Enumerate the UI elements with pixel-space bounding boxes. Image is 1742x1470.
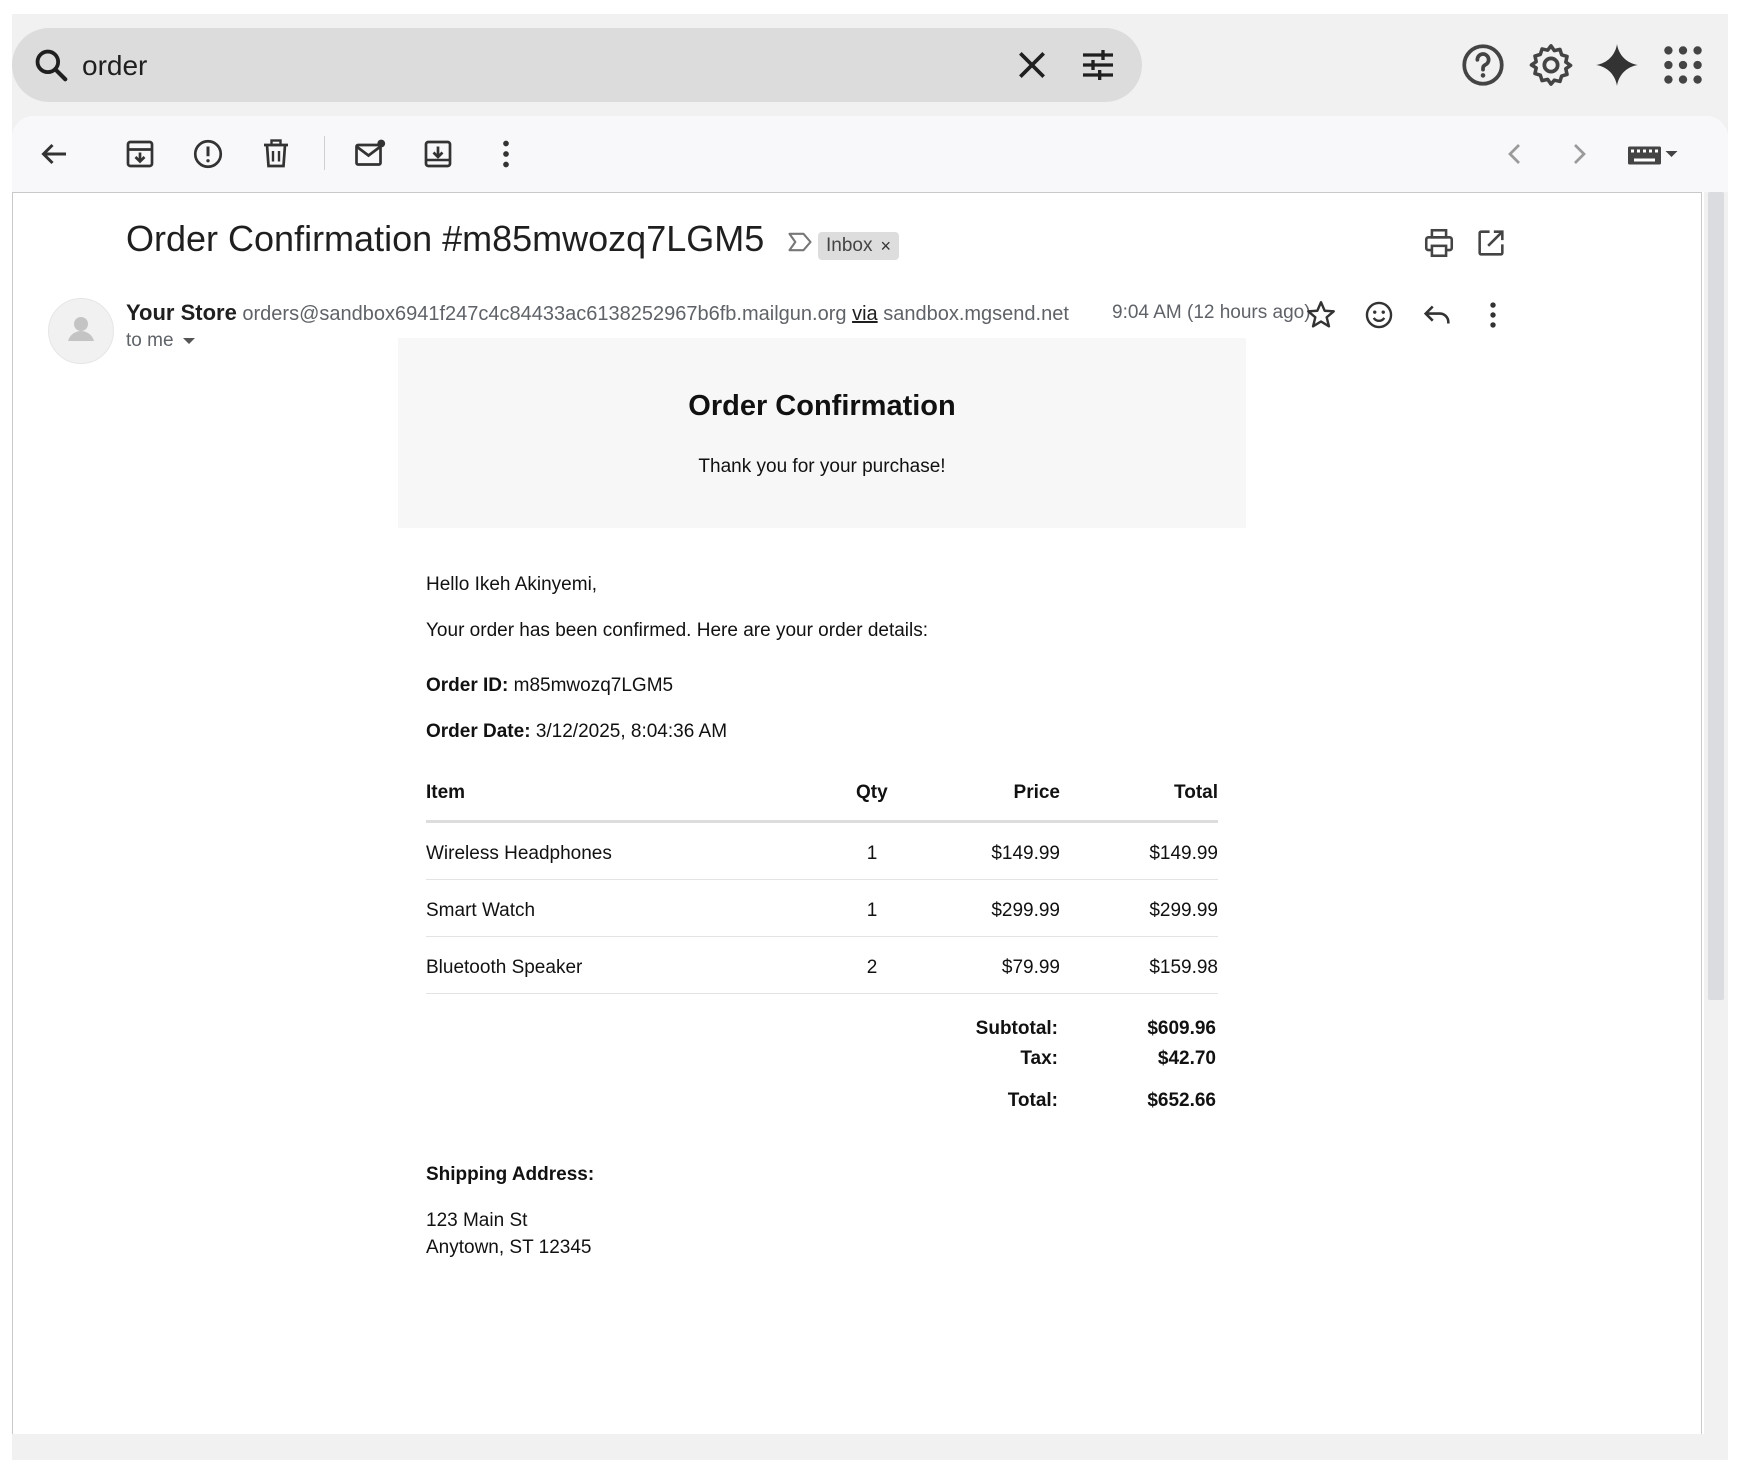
- inbox-label-chip[interactable]: Inbox ×: [818, 232, 899, 260]
- add-reaction-emoji-icon[interactable]: [1362, 298, 1396, 332]
- gemini-sparkle-icon[interactable]: [1592, 40, 1642, 90]
- column-header-total: Total: [1174, 782, 1218, 803]
- order-id-line: Order ID: m85mwozq7LGM5: [426, 675, 673, 697]
- order-date-line: Order Date: 3/12/2025, 8:04:36 AM: [426, 721, 727, 743]
- person-silhouette-icon: [68, 317, 94, 341]
- email-body-subtitle: Thank you for your purchase!: [698, 456, 946, 477]
- order-date-value: 3/12/2025, 8:04:36 AM: [535, 721, 728, 742]
- input-tools-keyboard-icon[interactable]: [1624, 136, 1680, 172]
- item-qty: 1: [866, 843, 878, 864]
- column-header-qty: Qty: [856, 782, 888, 803]
- sender-info: Your Store orders@sandbox6941f247c4c8443…: [126, 300, 1069, 326]
- toolbar-divider: [324, 136, 325, 170]
- search-icon[interactable]: [32, 46, 70, 84]
- greeting-text: Hello Ikeh Akinyemi,: [426, 574, 598, 595]
- tax-label: Tax:: [1020, 1048, 1058, 1069]
- via-link[interactable]: via: [852, 303, 878, 325]
- order-id-label: Order ID:: [426, 675, 509, 696]
- column-header-item: Item: [426, 782, 466, 803]
- importance-marker-icon[interactable]: [786, 228, 814, 256]
- item-total: $299.99: [1149, 900, 1218, 921]
- open-in-new-window-icon[interactable]: [1474, 226, 1508, 260]
- item-price: $79.99: [1001, 957, 1060, 978]
- apps-grid-icon[interactable]: [1658, 40, 1708, 90]
- order-id-value: m85mwozq7LGM5: [513, 675, 674, 696]
- subtotal-label: Subtotal:: [975, 1018, 1058, 1039]
- older-chevron-right-icon[interactable]: [1560, 136, 1596, 172]
- item-price: $299.99: [991, 900, 1060, 921]
- settings-gear-icon[interactable]: [1526, 40, 1576, 90]
- sender-name[interactable]: Your Store: [126, 300, 237, 325]
- table-row: Wireless Headphones 1 $149.99 $149.99: [426, 823, 1218, 880]
- address-line-2: Anytown, ST 12345: [426, 1237, 592, 1258]
- move-to-icon[interactable]: [420, 136, 456, 172]
- item-qty: 2: [866, 957, 878, 978]
- remove-label-icon[interactable]: ×: [880, 236, 891, 257]
- item-name: Smart Watch: [426, 900, 536, 921]
- subtotal-value: $609.96: [1147, 1018, 1216, 1039]
- address-line-1: 123 Main St: [426, 1210, 528, 1231]
- caret-down-icon: [182, 338, 195, 344]
- email-body-title: Order Confirmation: [688, 390, 956, 422]
- search-bar: [12, 28, 1142, 102]
- intro-text: Your order has been confirmed. Here are …: [426, 620, 929, 641]
- clear-search-icon[interactable]: [1012, 45, 1052, 85]
- order-date-label: Order Date:: [426, 721, 531, 742]
- recipient-text: to me: [126, 330, 174, 351]
- shipping-address-heading: Shipping Address:: [426, 1164, 594, 1186]
- message-panel: Order Confirmation #m85mwozq7LGM5 Inbox …: [12, 116, 1728, 1434]
- message-more-options-icon[interactable]: [1476, 298, 1510, 332]
- newer-chevron-left-icon[interactable]: [1498, 136, 1534, 172]
- table-row: Smart Watch 1 $299.99 $299.99: [426, 880, 1218, 937]
- sender-email: orders@sandbox6941f247c4c84433ac61382529…: [242, 303, 847, 325]
- scrollbar-thumb[interactable]: [1708, 192, 1724, 1000]
- more-options-icon[interactable]: [488, 136, 524, 172]
- item-qty: 1: [866, 900, 878, 921]
- via-domain: sandbox.mgsend.net: [883, 303, 1069, 325]
- email-subject: Order Confirmation #m85mwozq7LGM5: [126, 218, 765, 259]
- delete-trash-icon[interactable]: [258, 136, 294, 172]
- back-arrow-icon[interactable]: [36, 136, 72, 172]
- inbox-label-text: Inbox: [826, 235, 873, 256]
- print-icon[interactable]: [1422, 226, 1456, 260]
- report-spam-icon[interactable]: [190, 136, 226, 172]
- item-total: $149.99: [1149, 843, 1218, 864]
- table-row: Bluetooth Speaker 2 $79.99 $159.98: [426, 937, 1218, 994]
- item-name: Bluetooth Speaker: [426, 957, 583, 978]
- tax-value: $42.70: [1157, 1048, 1216, 1069]
- grand-total-value: $652.66: [1147, 1090, 1216, 1111]
- star-icon[interactable]: [1304, 298, 1338, 332]
- search-options-icon[interactable]: [1078, 45, 1118, 85]
- column-header-price: Price: [1013, 782, 1060, 803]
- email-timestamp: 9:04 AM (12 hours ago): [1112, 302, 1311, 323]
- item-price: $149.99: [991, 843, 1060, 864]
- grand-total-label: Total:: [1007, 1090, 1058, 1111]
- help-icon[interactable]: [1458, 40, 1508, 90]
- item-total: $159.98: [1149, 957, 1218, 978]
- recipient-details-toggle[interactable]: to me: [126, 330, 196, 352]
- search-input[interactable]: [80, 42, 984, 90]
- reply-arrow-icon[interactable]: [1420, 298, 1454, 332]
- sender-avatar[interactable]: [48, 298, 114, 364]
- item-name: Wireless Headphones: [426, 843, 612, 864]
- email-banner: Order Confirmation Thank you for your pu…: [398, 338, 1246, 528]
- archive-icon[interactable]: [122, 136, 158, 172]
- mark-unread-icon[interactable]: [352, 136, 388, 172]
- shipping-address-label: Shipping Address:: [426, 1164, 595, 1185]
- message-toolbar: [12, 116, 1728, 192]
